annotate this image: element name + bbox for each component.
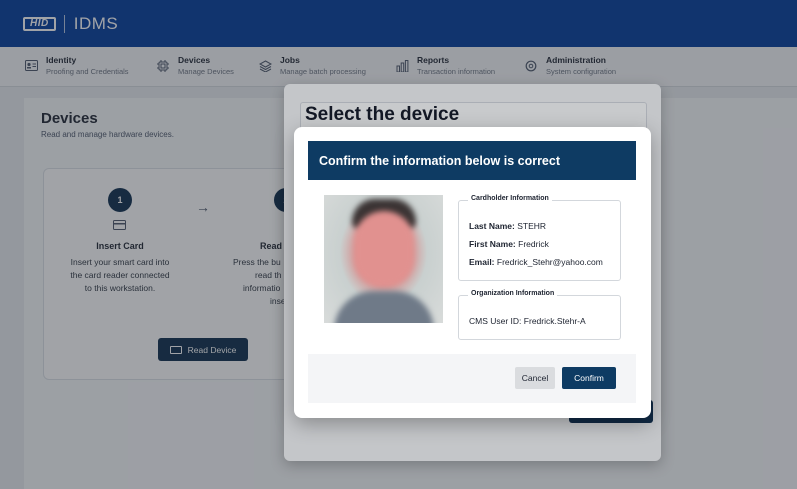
email-value: Fredrick_Stehr@yahoo.com (496, 257, 603, 267)
confirm-button[interactable]: Confirm (562, 367, 616, 389)
cardholder-photo (324, 195, 443, 323)
email-label: Email: (469, 257, 495, 267)
confirm-info-modal: Confirm the information below is correct… (294, 127, 651, 418)
last-name-value: STEHR (517, 221, 547, 231)
cardholder-legend: Cardholder Information (468, 195, 552, 202)
cms-user-value: Fredrick.Stehr-A (523, 316, 586, 326)
confirm-title: Confirm the information below is correct (319, 153, 560, 168)
organization-info-box: Organization Information CMS User ID: Fr… (458, 290, 621, 340)
first-name-row: First Name: Fredrick (469, 239, 549, 249)
first-name-label: First Name: (469, 239, 516, 249)
last-name-label: Last Name: (469, 221, 515, 231)
photo-shirt (334, 291, 434, 323)
confirm-footer: Cancel Confirm (308, 354, 636, 403)
cancel-button[interactable]: Cancel (515, 367, 555, 389)
last-name-row: Last Name: STEHR (469, 221, 546, 231)
first-name-value: Fredrick (518, 239, 549, 249)
cardholder-info-box: Cardholder Information Last Name: STEHR … (458, 195, 621, 281)
cms-user-label: CMS User ID: (469, 316, 522, 326)
organization-legend: Organization Information (468, 290, 558, 297)
cms-user-row: CMS User ID: Fredrick.Stehr-A (469, 316, 586, 326)
confirm-header: Confirm the information below is correct (308, 141, 636, 180)
email-row: Email: Fredrick_Stehr@yahoo.com (469, 257, 603, 267)
photo-face (354, 211, 414, 287)
